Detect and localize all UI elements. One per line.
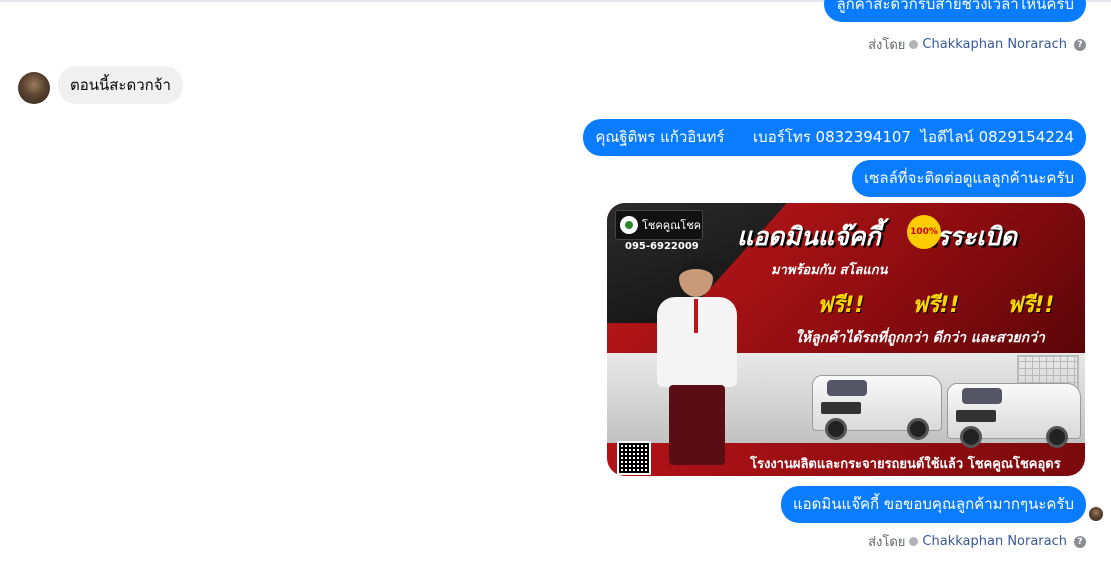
promo-free-3: ฟรี!! — [1007, 293, 1055, 318]
message-text: เซลล์ที่จะติดต่อดูแลลูกค้านะครับ — [864, 169, 1074, 187]
help-icon[interactable]: ? — [1074, 535, 1086, 548]
sent-by-label: ส่งโดย Chakkaphan Norarach ? — [868, 531, 1086, 552]
promo-logo: โชคคูณโชค — [615, 210, 703, 240]
outgoing-message-seller[interactable]: เซลล์ที่จะติดต่อดูแลลูกค้านะครับ — [852, 160, 1086, 197]
sent-by-prefix: ส่งโดย — [868, 38, 906, 53]
promo-free-2: ฟรี!! — [912, 293, 960, 318]
message-text: คุณฐิติพร แก้วอินทร์ เบอร์โทร 0832394107… — [595, 128, 1074, 146]
promo-tagline: ให้ลูกค้าได้รถที่ถูกกว่า ดีกว่า และสวยกว… — [795, 330, 1045, 346]
sent-by-label: ส่งโดย Chakkaphan Norarach ? — [868, 34, 1086, 55]
message-text: ตอนนี้สะดวกจ้า — [70, 76, 171, 94]
qr-code-icon — [617, 441, 651, 475]
promo-badge: 100% — [907, 215, 941, 249]
promo-phone: 095-6922009 — [625, 241, 699, 252]
promo-headline: แอดมินแจ๊คกี้ โปรระเบิด — [737, 222, 1017, 251]
promo-person-image — [647, 259, 747, 476]
incoming-message[interactable]: ตอนนี้สะดวกจ้า — [58, 66, 183, 104]
seen-avatar — [1089, 507, 1103, 521]
logo-text: โชคคูณโชค — [642, 219, 702, 232]
pickup-truck-image — [812, 375, 942, 440]
verified-icon — [909, 537, 919, 546]
promo-footer-text: โรงงานผลิตและกระจายรถยนต์ใช้แล้ว โชคคูณโ… — [750, 457, 1061, 472]
logo-mark-icon — [620, 216, 638, 234]
promo-free-1: ฟรี!! — [817, 293, 865, 318]
help-icon[interactable]: ? — [1074, 38, 1086, 51]
message-text: ลูกค้าสะดวกรับสายช่วงเวลาไหนครับ — [836, 0, 1074, 13]
verified-icon — [909, 40, 919, 49]
sender-name-link[interactable]: Chakkaphan Norarach — [922, 37, 1067, 52]
promo-subtitle: มาพร้อมกับ สโลแกน — [771, 263, 888, 278]
promo-image-attachment[interactable]: โชคคูณโชค 095-6922009 แอดมินแจ๊คกี้ โปรร… — [607, 203, 1085, 476]
outgoing-message-contact[interactable]: คุณฐิติพร แก้วอินทร์ เบอร์โทร 0832394107… — [583, 119, 1086, 156]
pickup-truck-image — [947, 383, 1081, 448]
outgoing-message-thanks[interactable]: แอดมินแจ๊คกี้ ขอขอบคุณลูกค้ามากๆนะครับ — [780, 486, 1086, 523]
sender-name-link[interactable]: Chakkaphan Norarach — [922, 534, 1067, 549]
contact-avatar[interactable] — [18, 72, 50, 104]
outgoing-message[interactable]: ลูกค้าสะดวกรับสายช่วงเวลาไหนครับ — [824, 0, 1086, 22]
sent-by-prefix: ส่งโดย — [868, 535, 906, 550]
message-text: แอดมินแจ๊คกี้ ขอขอบคุณลูกค้ามากๆนะครับ — [792, 495, 1074, 513]
